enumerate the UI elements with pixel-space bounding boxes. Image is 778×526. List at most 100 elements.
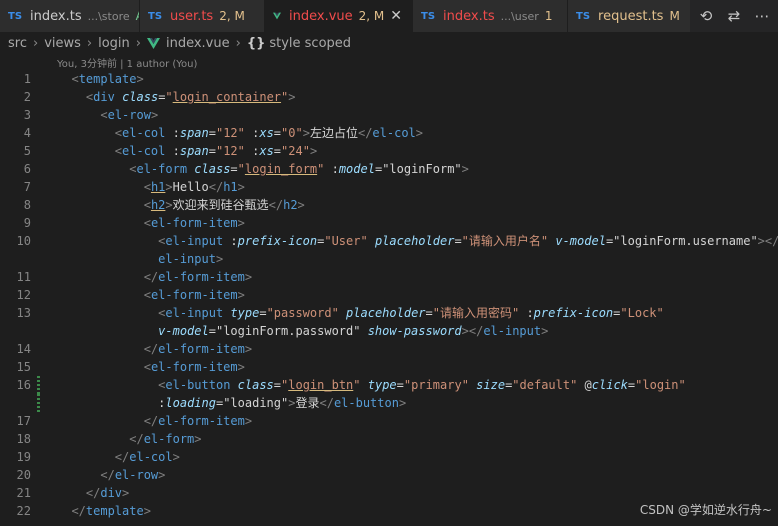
close-icon[interactable]: ✕ [390,8,402,24]
line-number: 6 [23,162,31,176]
code-token: < [143,288,151,302]
tab-label: index.vue [289,8,353,24]
code-line[interactable]: 8 <h2>欢迎来到硅谷甄选</h2> [0,196,778,214]
code-text: <el-form-item> [57,358,245,376]
code-token: : [244,126,260,140]
code-line[interactable]: 1 <template> [0,70,778,88]
typescript-icon: TS [148,10,163,22]
breadcrumb-item-src[interactable]: src [8,36,27,51]
code-token: login_container [172,90,282,104]
code-token: </ [85,486,101,500]
code-token: el-col [129,450,173,464]
breadcrumb-file[interactable]: index.vue [166,36,230,51]
code-text: </template> [57,502,150,520]
code-line[interactable]: 7 <h1>Hello</h1> [0,178,778,196]
code-token: @ [577,378,592,392]
code-token: : [324,162,339,176]
code-line[interactable]: 3 <el-row> [0,106,778,124]
code-line[interactable]: el-input> [0,250,778,268]
code-line[interactable]: 15 <el-form-item> [0,358,778,376]
code-line[interactable]: 21 </div> [0,484,778,502]
code-token: "default" [512,378,578,392]
code-token: h2 [283,198,298,212]
tab-request-ts[interactable]: TS request.ts M [568,0,705,32]
tab-index-vue[interactable]: index.vue 2, M ✕ [265,0,413,32]
code-line[interactable]: :loading="loading">登录</el-button> [0,394,778,412]
code-line[interactable]: 4 <el-col :span="12" :xs="0">左边占位</el-co… [0,124,778,142]
breadcrumb-item-views[interactable]: views [44,36,81,51]
code-token: </ [143,270,159,284]
code-token: v-model [158,324,209,338]
codelens-author[interactable]: You, 3分钟前 | 1 author (You) [57,55,197,70]
code-token: type [367,378,397,392]
code-token: "0" [281,126,303,140]
code-token: type [230,306,260,320]
breadcrumb-symbol[interactable]: style scoped [269,36,351,51]
code-token: = [208,324,216,338]
code-token: </ [357,126,373,140]
chevron-right-icon: › [32,35,39,51]
git-compare-icon[interactable]: ⇄ [726,7,742,25]
code-token: > [244,342,253,356]
code-token: "12" [215,144,245,158]
code-token: > [122,486,130,500]
code-line[interactable]: 17 </el-form-item> [0,412,778,430]
line-number: 2 [23,90,31,104]
code-line[interactable]: 19 </el-col> [0,448,778,466]
code-token: "loginForm" [382,162,462,176]
code-line[interactable]: 11 </el-form-item> [0,268,778,286]
code-line[interactable]: 14 </el-form-item> [0,340,778,358]
code-token: > [415,126,424,140]
line-number: 11 [16,270,31,284]
git-modified-gutter[interactable] [37,394,40,412]
more-icon[interactable]: ⋯ [754,7,770,25]
line-number: 22 [16,504,31,518]
code-token: < [114,126,123,140]
code-line[interactable]: 9 <el-form-item> [0,214,778,232]
line-number: 15 [16,360,31,374]
code-token: > [194,432,202,446]
code-text: </div> [57,484,129,502]
code-line[interactable]: 16 <el-button class="login_btn" type="pr… [0,376,778,394]
code-line[interactable]: v-model="loginForm.password" show-passwo… [0,322,778,340]
chevron-right-icon: › [135,35,141,51]
breadcrumb-item-login[interactable]: login [98,36,130,51]
tab-index-ts[interactable]: TS index.ts ...\user 1 [413,0,568,32]
code-line[interactable]: 6 <el-form class="login_form" :model="lo… [0,160,778,178]
history-icon[interactable]: ⟲ [698,7,714,25]
code-token: < [114,144,123,158]
code-line[interactable]: 10 <el-input :prefix-icon="User" placeho… [0,232,778,250]
code-token: xs [259,126,274,140]
git-modified-gutter[interactable] [37,376,40,394]
editor-actions: ⟲ ⇄ ⋯ [690,0,778,32]
code-text: </el-form-item> [57,268,252,286]
code-token: > [237,180,245,194]
code-text: </el-row> [57,466,165,484]
code-line[interactable]: 12 <el-form-item> [0,286,778,304]
code-token: = [208,126,216,140]
code-line[interactable]: 2 <div class="login_container"> [0,88,778,106]
code-token: size [476,378,506,392]
code-text: <el-form class="login_form" :model="logi… [57,160,469,178]
code-line[interactable]: 5 <el-col :span="12" :xs="24"> [0,142,778,160]
tab-status: 1 [544,9,553,23]
code-line[interactable]: 13 <el-input type="password" placeholder… [0,304,778,322]
code-token: > [309,144,318,158]
tab-index-ts[interactable]: TSindex.ts...\storeA [0,0,140,32]
code-token: = [230,162,238,176]
code-line[interactable]: 20 </el-row> [0,466,778,484]
code-text: <el-input type="password" placeholder="请… [57,304,664,322]
code-line[interactable]: 18 </el-form> [0,430,778,448]
code-text: <el-col :span="12" :xs="24"> [57,142,317,160]
tab-user-ts[interactable]: TS user.ts 2, M [140,0,265,32]
code-editor[interactable]: 1 <template> 2 <div class="login_containe… [0,70,778,520]
chevron-right-icon: › [86,35,93,51]
